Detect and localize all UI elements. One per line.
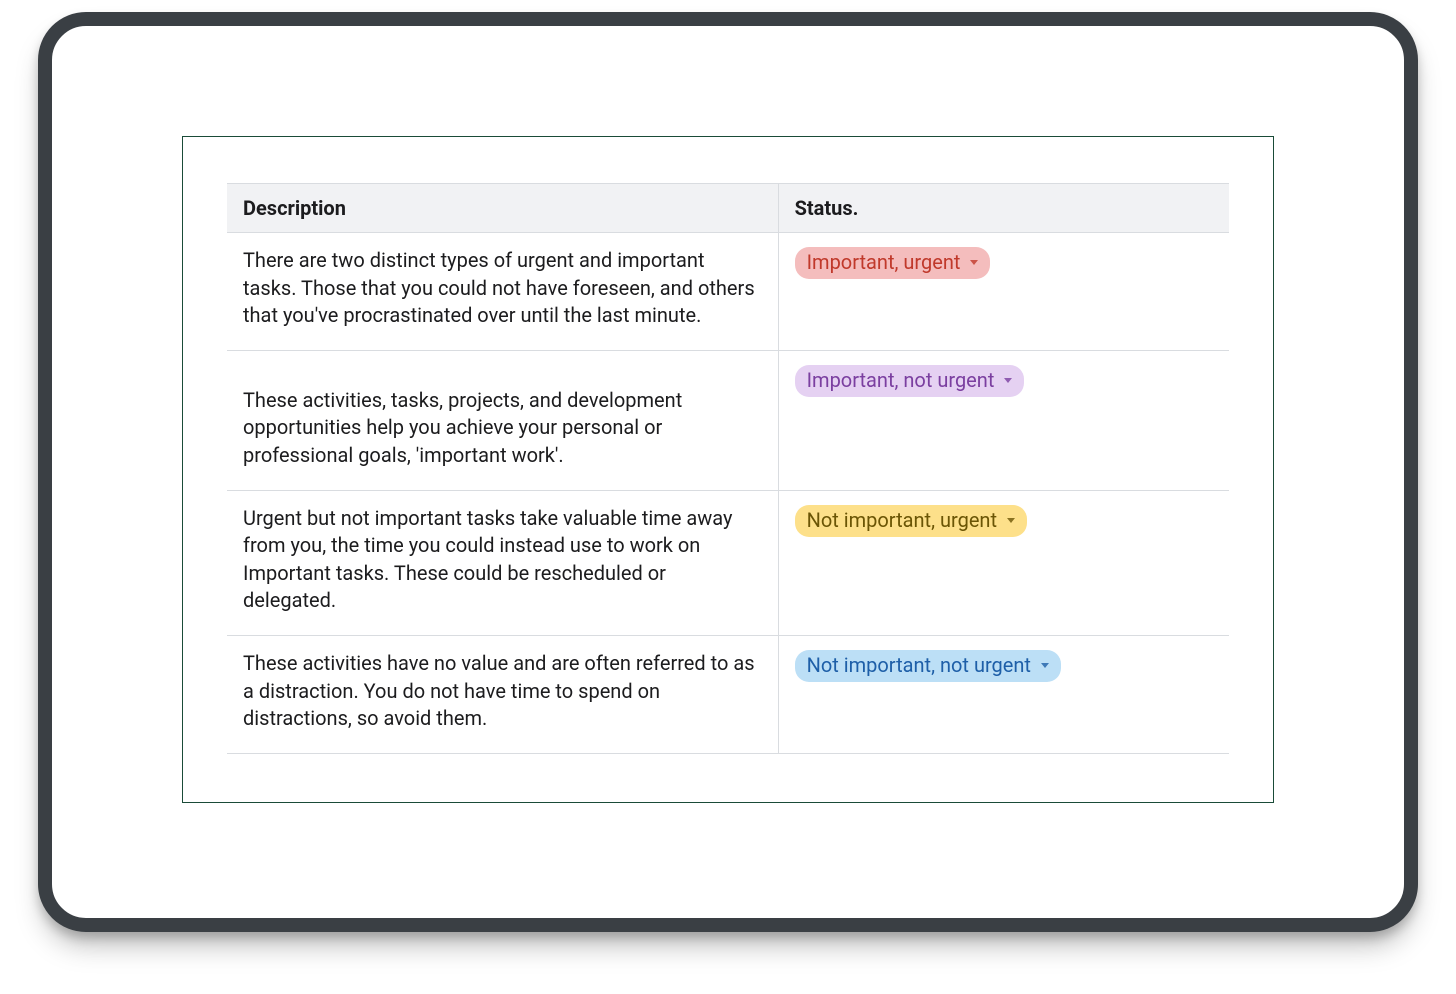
table-row: These activities have no value and are o… (227, 635, 1229, 753)
status-label: Important, not urgent (807, 367, 995, 394)
device-frame: Description Status. There are two distin… (38, 12, 1418, 932)
content-box: Description Status. There are two distin… (182, 136, 1274, 803)
status-label: Not important, not urgent (807, 652, 1031, 679)
col-header-description: Description (227, 184, 778, 233)
cell-status: Important, urgent (778, 233, 1229, 351)
priority-table: Description Status. There are two distin… (227, 183, 1229, 754)
status-pill-not-important-urgent[interactable]: Not important, urgent (795, 505, 1027, 537)
status-pill-important-not-urgent[interactable]: Important, not urgent (795, 365, 1025, 397)
status-label: Important, urgent (807, 249, 961, 276)
chevron-down-icon (1041, 663, 1049, 668)
table-header-row: Description Status. (227, 184, 1229, 233)
table-row: These activities, tasks, projects, and d… (227, 350, 1229, 490)
chevron-down-icon (1004, 378, 1012, 383)
status-label: Not important, urgent (807, 507, 997, 534)
cell-description: There are two distinct types of urgent a… (227, 233, 778, 351)
cell-status: Not important, not urgent (778, 635, 1229, 753)
cell-description: Urgent but not important tasks take valu… (227, 490, 778, 635)
status-pill-important-urgent[interactable]: Important, urgent (795, 247, 991, 279)
status-pill-not-important-not-urgent[interactable]: Not important, not urgent (795, 650, 1061, 682)
table-row: There are two distinct types of urgent a… (227, 233, 1229, 351)
cell-status: Important, not urgent (778, 350, 1229, 490)
cell-description: These activities have no value and are o… (227, 635, 778, 753)
cell-description: These activities, tasks, projects, and d… (227, 350, 778, 490)
table-row: Urgent but not important tasks take valu… (227, 490, 1229, 635)
chevron-down-icon (1007, 518, 1015, 523)
col-header-status: Status. (778, 184, 1229, 233)
cell-status: Not important, urgent (778, 490, 1229, 635)
chevron-down-icon (970, 260, 978, 265)
